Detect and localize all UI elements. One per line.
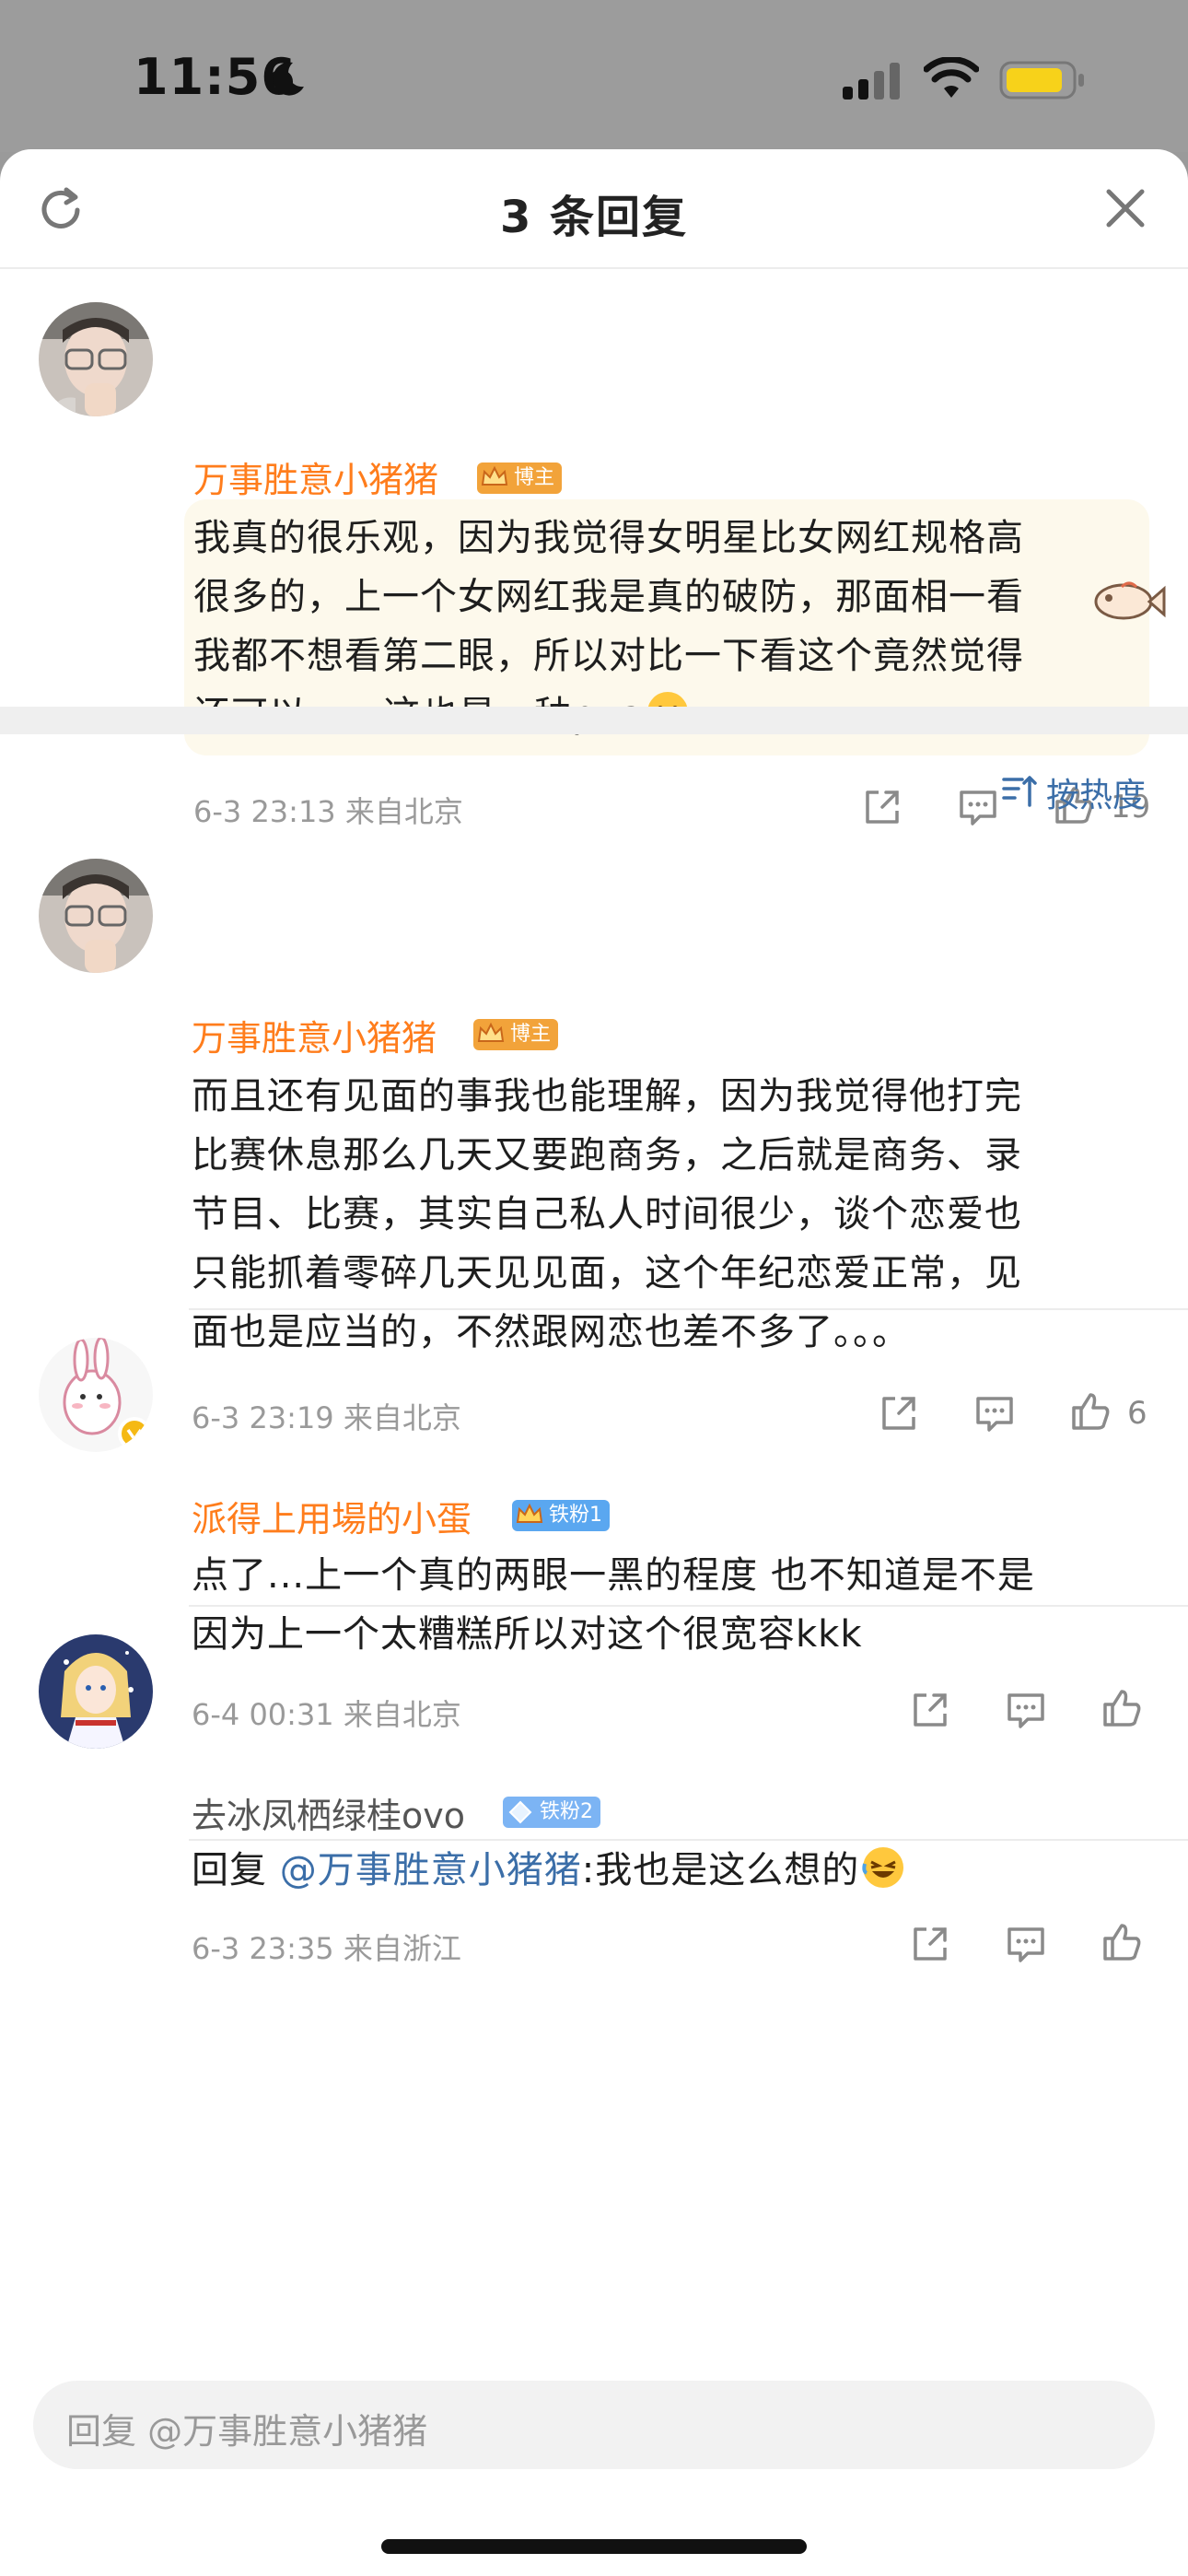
comment-meta: 6-4 00:31 来自北京 [192, 1697, 461, 1732]
fan-badge: 铁粉2 [503, 1797, 600, 1828]
comment-line: 比赛休息那么几天又要跑商务，之后就是商务、录 [192, 1134, 1022, 1177]
fan-badge: 铁粉1 [512, 1500, 610, 1531]
comment-icon[interactable] [973, 1391, 1017, 1435]
divider [189, 1308, 1188, 1310]
signal-icon [843, 63, 900, 100]
comment-line: 因为上一个太糟糕所以对这个很宽容kkk [192, 1613, 863, 1656]
comment-meta: 6-3 23:35 来自浙江 [192, 1931, 461, 1966]
section-divider [0, 707, 1188, 734]
comment-line: 我都不想看第二眼，所以对比一下看这个竟然觉得 [193, 635, 1024, 677]
username[interactable]: 万事胜意小猪猪 [193, 451, 438, 502]
host-badge: 博主 [473, 1019, 559, 1050]
avatar[interactable] [39, 302, 153, 416]
like-icon[interactable] [1100, 1686, 1144, 1730]
laughing-emoji-icon [862, 1847, 904, 1888]
sort-icon[interactable] [1000, 772, 1037, 809]
badge-label: 博主 [510, 1023, 552, 1046]
reply-text: :我也是这么想的 [581, 1849, 860, 1891]
avatar[interactable] [39, 1338, 153, 1452]
comment-icon[interactable] [1004, 1922, 1048, 1966]
comment-meta: 6-3 23:13 来自北京 [193, 794, 463, 829]
sort-by-hot-button[interactable]: 按热度 [1046, 768, 1146, 816]
fish-icon [1094, 581, 1166, 620]
sheet-header: 3 条回复 [0, 149, 1188, 269]
close-icon[interactable] [1103, 186, 1147, 230]
like-count: 6 [1127, 1395, 1147, 1432]
reply-prefix: 回复 [192, 1849, 280, 1891]
reply-input-placeholder: 回复 @万事胜意小猪猪 [66, 2411, 428, 2452]
status-bar: 11:56 [0, 0, 1188, 152]
host-badge: 博主 [477, 463, 563, 494]
username[interactable]: 派得上用場的小蛋 [192, 1491, 472, 1541]
comment-icon[interactable] [1004, 1688, 1048, 1732]
share-icon[interactable] [860, 785, 904, 829]
diamond-icon [508, 1800, 532, 1824]
comment-text: 而且还有见面的事我也能理解，因为我觉得他打完 比赛休息那么几天又要跑商务，之后就… [192, 1067, 1022, 1362]
comment-line: 只能抓着零碎几天见见面，这个年纪恋爱正常，见 [192, 1252, 1022, 1294]
share-icon[interactable] [908, 1922, 952, 1966]
wifi-icon [924, 57, 979, 98]
replies-sheet: 3 条回复 万事胜意小猪猪 博主 我真的很乐观，因为我觉得女明星比女网红规格高 … [0, 149, 1188, 2576]
crown-icon [516, 1503, 543, 1523]
moon-icon [273, 62, 304, 96]
badge-label: 铁粉2 [540, 1800, 593, 1823]
share-icon[interactable] [908, 1688, 952, 1732]
comment-line: 节目、比赛，其实自己私人时间很少，谈个恋爱也 [192, 1193, 1022, 1235]
comment-line: 很多的，上一个女网红我是真的破防，那面相一看 [193, 576, 1024, 618]
avatar[interactable] [39, 859, 153, 973]
mention-link[interactable]: @万事胜意小猪猪 [280, 1849, 582, 1891]
like-icon[interactable] [1100, 1920, 1144, 1964]
share-icon[interactable] [877, 1391, 921, 1435]
comment-text: 回复 @万事胜意小猪猪:我也是这么想的 [192, 1841, 907, 1900]
divider [189, 1605, 1188, 1607]
reply-input[interactable]: 回复 @万事胜意小猪猪 [33, 2381, 1155, 2469]
comment-line: 回复 @万事胜意小猪猪:我也是这么想的 [192, 1841, 907, 1900]
username[interactable]: 万事胜意小猪猪 [192, 1010, 437, 1060]
battery-icon [999, 61, 1084, 100]
crown-icon [481, 465, 508, 486]
badge-label: 铁粉1 [549, 1504, 602, 1527]
divider [189, 1839, 1188, 1841]
avatar[interactable] [39, 1634, 153, 1749]
comment-line: 面也是应当的，不然跟网恋也差不多了。。。 [192, 1311, 910, 1353]
comment-icon[interactable] [956, 785, 1000, 829]
home-indicator [381, 2539, 807, 2554]
like-icon[interactable] [1068, 1389, 1112, 1434]
badge-label: 博主 [514, 466, 555, 489]
comment-meta: 6-3 23:19 来自北京 [192, 1400, 461, 1435]
comment-line: 点了...上一个真的两眼一黑的程度 也不知道是不是 [192, 1554, 1035, 1597]
crown-icon [477, 1022, 505, 1042]
username[interactable]: 去冰凤栖绿桂ovo [192, 1787, 465, 1838]
comment-line: 而且还有见面的事我也能理解，因为我觉得他打完 [192, 1075, 1022, 1118]
sheet-title: 3 条回复 [499, 192, 689, 243]
comment-line: 我真的很乐观，因为我觉得女明星比女网红规格高 [193, 517, 1024, 559]
